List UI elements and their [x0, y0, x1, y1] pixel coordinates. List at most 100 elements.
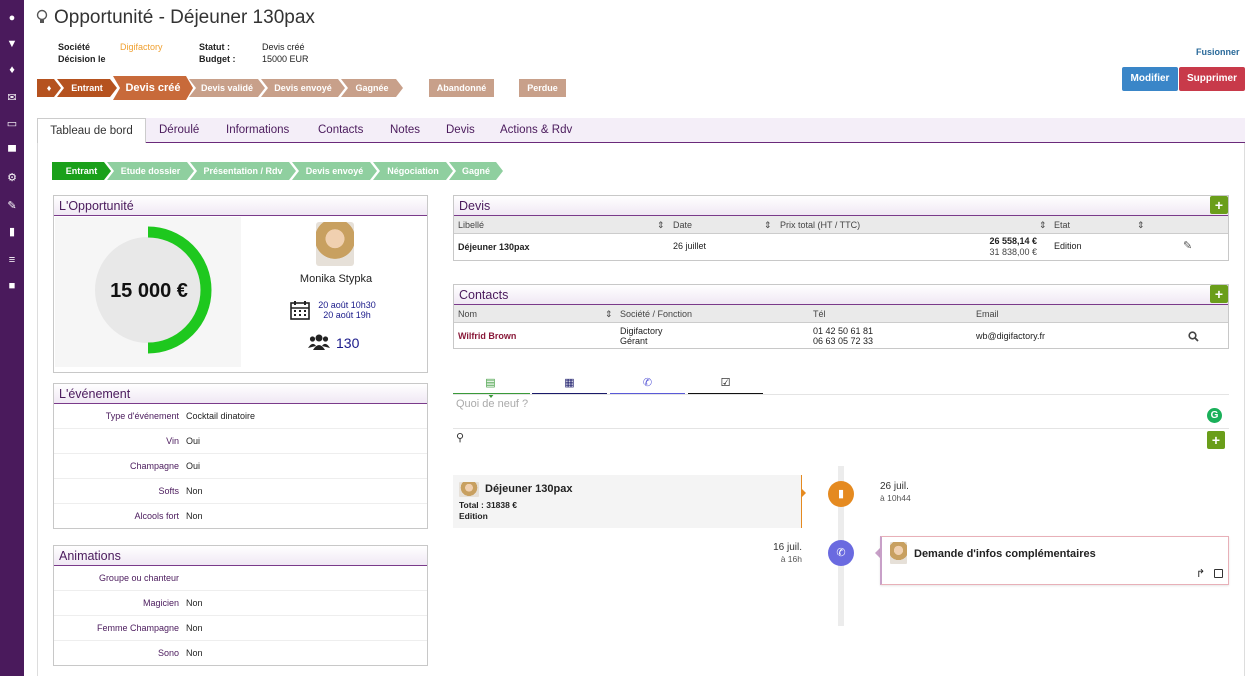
supprimer-button[interactable]: Supprimer [1179, 67, 1245, 91]
animations-row: Femme Champagne Non [54, 616, 427, 641]
contacts-panel: Contacts Nom ⇕ Société / Fonction Tél Em… [453, 284, 1229, 349]
animations-title: Animations [54, 546, 427, 566]
share-icon[interactable]: ↱ [1196, 567, 1205, 580]
opportunite-title: L'Opportunité [54, 196, 427, 216]
budget-amount: 15 000 € [110, 280, 188, 302]
add-post-button[interactable]: + [1207, 431, 1225, 449]
evenement-row: Softs Non [54, 479, 427, 504]
contacts-table-header: Nom ⇕ Société / Fonction Tél Email [454, 305, 1228, 323]
tab-tableau-de-bord[interactable]: Tableau de bord [37, 118, 146, 144]
animations-row: Groupe ou chanteur [54, 566, 427, 591]
settings-icon[interactable]: ⚙ [0, 168, 24, 188]
devis-table-header: Libellé ⇕ Date ⇕ Prix total (HT / TTC) ⇕… [454, 216, 1228, 234]
contact-avatar [316, 222, 354, 266]
contact-tel1: 01 42 50 61 81 [813, 326, 874, 336]
perdue-button[interactable]: Perdue [519, 79, 566, 97]
tab-contacts[interactable]: Contacts [318, 118, 363, 143]
checkbox[interactable] [1214, 569, 1223, 578]
add-contact-button[interactable]: + [1210, 285, 1228, 303]
step-negociation[interactable]: Négociation [373, 162, 453, 180]
step-entrant[interactable]: Entrant [52, 162, 111, 180]
tab-bar: Tableau de bord Déroulé Informations Con… [37, 118, 1245, 144]
lightbulb-icon[interactable]: ♦ [0, 60, 24, 80]
document-icon: ▮ [828, 481, 854, 507]
contact-societe: Digifactory [620, 326, 663, 336]
call-avatar [890, 542, 907, 564]
monitor-icon[interactable]: ▭ [0, 114, 24, 134]
statut-label: Statut : [199, 42, 230, 52]
evenement-row: Type d'événement Cocktail dinatoire [54, 404, 427, 429]
tab-notes[interactable]: Notes [390, 118, 420, 143]
evenement-panel: L'événement Type d'événement Cocktail din… [53, 383, 428, 529]
timeline-time: à 10h44 [880, 493, 911, 503]
stage-devis-envoye[interactable]: Devis envoyé [261, 79, 345, 97]
modifier-button[interactable]: Modifier [1122, 67, 1178, 91]
stage-devis-valide[interactable]: Devis validé [189, 79, 265, 97]
server-icon[interactable]: ≡ [0, 250, 24, 270]
tab-actions-rdv[interactable]: Actions & Rdv [500, 118, 572, 143]
step-gagne[interactable]: Gagné [449, 162, 503, 180]
page-title: Opportunité - Déjeuner 130pax [54, 7, 315, 28]
fusionner-link[interactable]: Fusionner [1196, 47, 1240, 57]
cart-icon[interactable]: ▀ [0, 142, 24, 162]
stage-entrant[interactable]: Entrant [57, 79, 117, 97]
left-sidebar: ● ▼ ♦ ✉ ▭ ▀ ⚙ ✎ ▮ ≡ ■ [0, 0, 24, 676]
contact-name[interactable]: Wilfrid Brown [458, 331, 516, 341]
societe-value[interactable]: Digifactory [120, 42, 163, 52]
tab-informations[interactable]: Informations [226, 118, 289, 143]
animations-row: Magicien Non [54, 591, 427, 616]
contact-tel2: 06 63 05 72 33 [813, 336, 874, 346]
devis-prix-ht: 26 558,14 € [989, 236, 1037, 246]
calendar-icon [290, 301, 310, 320]
stage-devis-cree[interactable]: Devis créé [113, 76, 193, 100]
contacts-title: Contacts [454, 285, 1228, 305]
cocktail-icon[interactable]: ▼ [0, 34, 24, 54]
event-end-date: 20 août 19h [323, 310, 371, 320]
feed-input[interactable]: Quoi de neuf ? [456, 398, 528, 410]
step-devis-envoye[interactable]: Devis envoyé [292, 162, 377, 180]
lightbulb-icon [36, 9, 48, 23]
grammarly-icon[interactable]: G [1207, 408, 1222, 423]
abandonne-button[interactable]: Abandonné [429, 79, 494, 97]
animations-panel: Animations Groupe ou chanteur Magicien No… [53, 545, 428, 666]
lock-icon[interactable]: ■ [0, 276, 24, 296]
devis-libelle[interactable]: Déjeuner 130pax [458, 242, 530, 252]
devis-title: Devis [454, 196, 1228, 216]
timeline-card-devis[interactable]: Déjeuner 130pax Total : 31838 € Edition [453, 475, 802, 528]
step-presentation-rdv[interactable]: Présentation / Rdv [190, 162, 296, 180]
tab-devis[interactable]: Devis [446, 118, 475, 143]
edit-icon[interactable]: ✎ [1183, 239, 1192, 252]
devis-thumb-avatar [459, 482, 479, 497]
add-devis-button[interactable]: + [1210, 196, 1228, 214]
evenement-row: Vin Oui [54, 429, 427, 454]
contact-fonction: Gérant [620, 336, 648, 346]
tab-deroule[interactable]: Déroulé [159, 118, 199, 143]
animations-row: Sono Non [157, 648, 203, 658]
wrench-icon[interactable]: ✎ [0, 196, 24, 216]
timeline-date: 26 juil. [880, 481, 909, 492]
mail-icon[interactable]: ✉ [0, 88, 24, 108]
evenement-row: Champagne Oui [54, 454, 427, 479]
document-icon[interactable]: ▮ [0, 222, 24, 242]
phone-tab-icon[interactable]: ✆ [610, 376, 685, 390]
task-tab-icon[interactable]: ☑ [688, 376, 763, 390]
timeline-card-call[interactable]: Demande d'infos complémentaires ↱ [880, 536, 1229, 585]
step-etude-dossier[interactable]: Etude dossier [107, 162, 194, 180]
devis-date: 26 juillet [673, 241, 707, 251]
contact-email[interactable]: wb@digifactory.fr [976, 331, 1045, 341]
stage-gagnee[interactable]: Gagnée [341, 79, 403, 97]
decision-label: Décision le [58, 54, 106, 64]
attachment-icon[interactable]: ⚲ [456, 431, 464, 444]
devis-etat: Edition [1054, 241, 1082, 251]
timeline-time: à 16h [780, 554, 802, 564]
budget-value: 15000 EUR [262, 54, 309, 64]
budget-label: Budget : [199, 54, 236, 64]
group-icon [308, 334, 330, 350]
evenement-title: L'événement [54, 384, 427, 404]
calendar-tab-icon[interactable]: ▦ [532, 376, 607, 390]
note-tab-icon[interactable]: ▤ [453, 376, 528, 390]
search-icon[interactable] [1188, 331, 1199, 342]
opportunite-panel: L'Opportunité 15 000 € Monika Stypka 20 … [53, 195, 428, 373]
user-icon[interactable]: ● [0, 8, 24, 28]
phone-icon: ✆ [828, 540, 854, 566]
